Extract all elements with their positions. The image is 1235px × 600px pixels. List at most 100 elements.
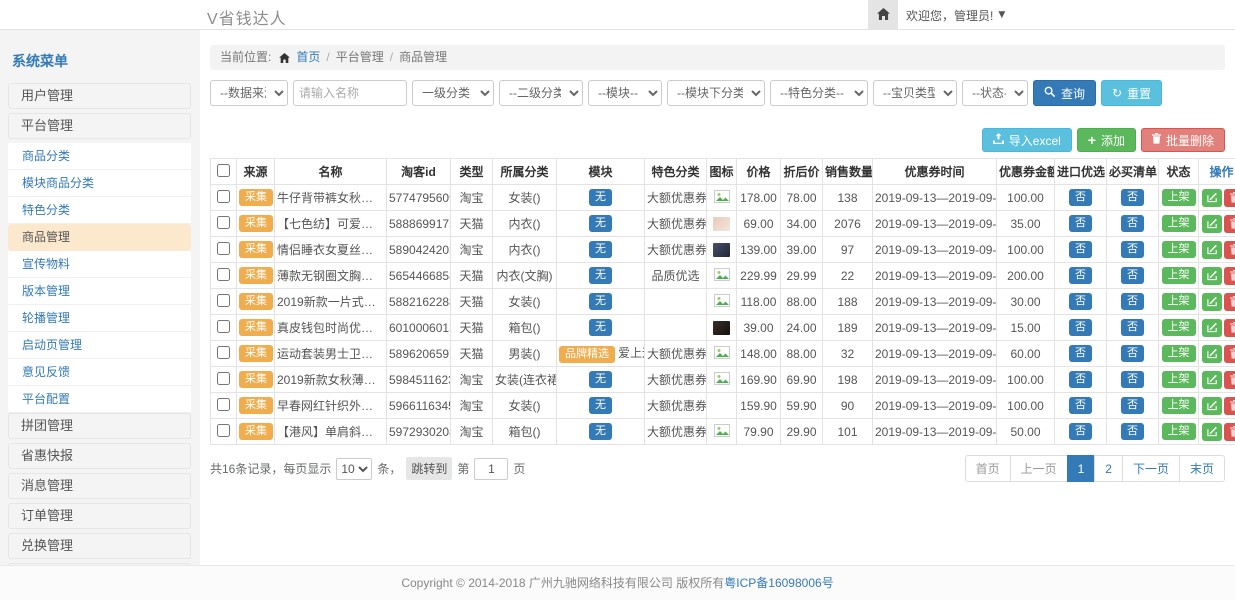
delete-button[interactable] [1224, 371, 1235, 389]
must-buy-badge[interactable]: 否 [1121, 371, 1144, 388]
select-all-checkbox[interactable] [217, 164, 230, 177]
status-badge[interactable]: 上架 [1162, 241, 1196, 258]
import-select-badge[interactable]: 否 [1069, 215, 1092, 232]
row-checkbox[interactable] [217, 320, 230, 333]
row-checkbox[interactable] [217, 216, 230, 229]
import-select-badge[interactable]: 否 [1069, 423, 1092, 440]
delete-button[interactable] [1224, 397, 1235, 415]
sidebar-item[interactable]: 消息管理 [8, 473, 191, 499]
add-button[interactable]: + 添加 [1077, 128, 1136, 152]
must-buy-badge[interactable]: 否 [1121, 293, 1144, 310]
row-checkbox[interactable] [217, 424, 230, 437]
must-buy-badge[interactable]: 否 [1121, 267, 1144, 284]
category-level2-select[interactable]: --二级分类-- [499, 80, 583, 106]
sidebar-item[interactable]: 意见反馈 [8, 359, 191, 386]
batch-delete-button[interactable]: 批量删除 [1141, 128, 1225, 152]
status-select[interactable]: --状态-- [962, 80, 1028, 106]
sidebar-item[interactable]: 启动页管理 [8, 332, 191, 359]
edit-button[interactable] [1202, 267, 1222, 285]
delete-button[interactable] [1224, 319, 1235, 337]
sidebar-item[interactable]: 平台配置 [8, 386, 191, 413]
edit-button[interactable] [1202, 423, 1222, 441]
sidebar-item[interactable]: 商品分类 [8, 143, 191, 170]
import-excel-button[interactable]: 导入excel [982, 128, 1072, 152]
reset-button[interactable]: ↻ 重置 [1101, 80, 1162, 106]
sidebar-item[interactable]: 特色分类 [8, 197, 191, 224]
category-level1-select[interactable]: 一级分类 [412, 80, 494, 106]
import-select-badge[interactable]: 否 [1069, 293, 1092, 310]
search-button[interactable]: 查询 [1033, 80, 1096, 106]
edit-button[interactable] [1202, 371, 1222, 389]
delete-button[interactable] [1224, 189, 1235, 207]
status-badge[interactable]: 上架 [1162, 293, 1196, 310]
sidebar-item[interactable]: 宣传物料 [8, 251, 191, 278]
status-badge[interactable]: 上架 [1162, 267, 1196, 284]
page-button[interactable]: 末页 [1179, 455, 1225, 482]
import-select-badge[interactable]: 否 [1069, 319, 1092, 336]
breadcrumb-home-link[interactable]: 首页 [296, 45, 320, 70]
import-select-badge[interactable]: 否 [1069, 371, 1092, 388]
icp-link[interactable]: 粤ICP备16098006号 [724, 576, 833, 590]
row-checkbox[interactable] [217, 398, 230, 411]
sidebar-item[interactable]: 模块商品分类 [8, 170, 191, 197]
module-sub-select[interactable]: --模块下分类-- [667, 80, 765, 106]
feature-category-select[interactable]: --特色分类-- [770, 80, 868, 106]
status-badge[interactable]: 上架 [1162, 397, 1196, 414]
per-page-select[interactable]: 10 [336, 458, 372, 480]
page-button[interactable]: 上一页 [1010, 455, 1068, 482]
delete-button[interactable] [1224, 215, 1235, 233]
row-checkbox[interactable] [217, 242, 230, 255]
page-button[interactable]: 下一页 [1122, 455, 1180, 482]
row-checkbox[interactable] [217, 294, 230, 307]
module-select[interactable]: --模块-- [588, 80, 662, 106]
page-button[interactable]: 1 [1067, 455, 1096, 482]
user-menu[interactable]: 欢迎您，管理员! ▼ [906, 0, 1005, 30]
status-badge[interactable]: 上架 [1162, 189, 1196, 206]
must-buy-badge[interactable]: 否 [1121, 423, 1144, 440]
sidebar-item[interactable]: 订单管理 [8, 503, 191, 529]
sidebar-item[interactable]: 轮播管理 [8, 305, 191, 332]
import-select-badge[interactable]: 否 [1069, 241, 1092, 258]
edit-button[interactable] [1202, 293, 1222, 311]
page-button[interactable]: 首页 [965, 455, 1011, 482]
import-select-badge[interactable]: 否 [1069, 397, 1092, 414]
status-badge[interactable]: 上架 [1162, 319, 1196, 336]
page-number-input[interactable] [474, 458, 508, 480]
row-checkbox[interactable] [217, 190, 230, 203]
status-badge[interactable]: 上架 [1162, 345, 1196, 362]
sidebar-item[interactable]: 版本管理 [8, 278, 191, 305]
status-badge[interactable]: 上架 [1162, 371, 1196, 388]
sidebar-item[interactable]: 商品管理 [8, 224, 191, 251]
sidebar-item[interactable]: 拼团管理 [8, 413, 191, 439]
home-button[interactable] [868, 0, 898, 30]
must-buy-badge[interactable]: 否 [1121, 397, 1144, 414]
must-buy-badge[interactable]: 否 [1121, 215, 1144, 232]
data-source-select[interactable]: --数据来源-- [210, 80, 288, 106]
edit-button[interactable] [1202, 345, 1222, 363]
row-checkbox[interactable] [217, 372, 230, 385]
page-button[interactable]: 2 [1094, 455, 1123, 482]
edit-button[interactable] [1202, 319, 1222, 337]
sidebar-item[interactable]: 平台管理 [8, 113, 191, 139]
row-checkbox[interactable] [217, 346, 230, 359]
edit-button[interactable] [1202, 189, 1222, 207]
import-select-badge[interactable]: 否 [1069, 267, 1092, 284]
must-buy-badge[interactable]: 否 [1121, 189, 1144, 206]
import-select-badge[interactable]: 否 [1069, 345, 1092, 362]
import-select-badge[interactable]: 否 [1069, 189, 1092, 206]
status-badge[interactable]: 上架 [1162, 423, 1196, 440]
delete-button[interactable] [1224, 293, 1235, 311]
item-type-select[interactable]: --宝贝类型-- [873, 80, 957, 106]
must-buy-badge[interactable]: 否 [1121, 241, 1144, 258]
must-buy-badge[interactable]: 否 [1121, 319, 1144, 336]
delete-button[interactable] [1224, 267, 1235, 285]
sidebar-item[interactable]: 兑换管理 [8, 533, 191, 559]
row-checkbox[interactable] [217, 268, 230, 281]
edit-button[interactable] [1202, 397, 1222, 415]
delete-button[interactable] [1224, 345, 1235, 363]
delete-button[interactable] [1224, 423, 1235, 441]
delete-button[interactable] [1224, 241, 1235, 259]
must-buy-badge[interactable]: 否 [1121, 345, 1144, 362]
sidebar-item[interactable]: 省惠快报 [8, 443, 191, 469]
status-badge[interactable]: 上架 [1162, 215, 1196, 232]
